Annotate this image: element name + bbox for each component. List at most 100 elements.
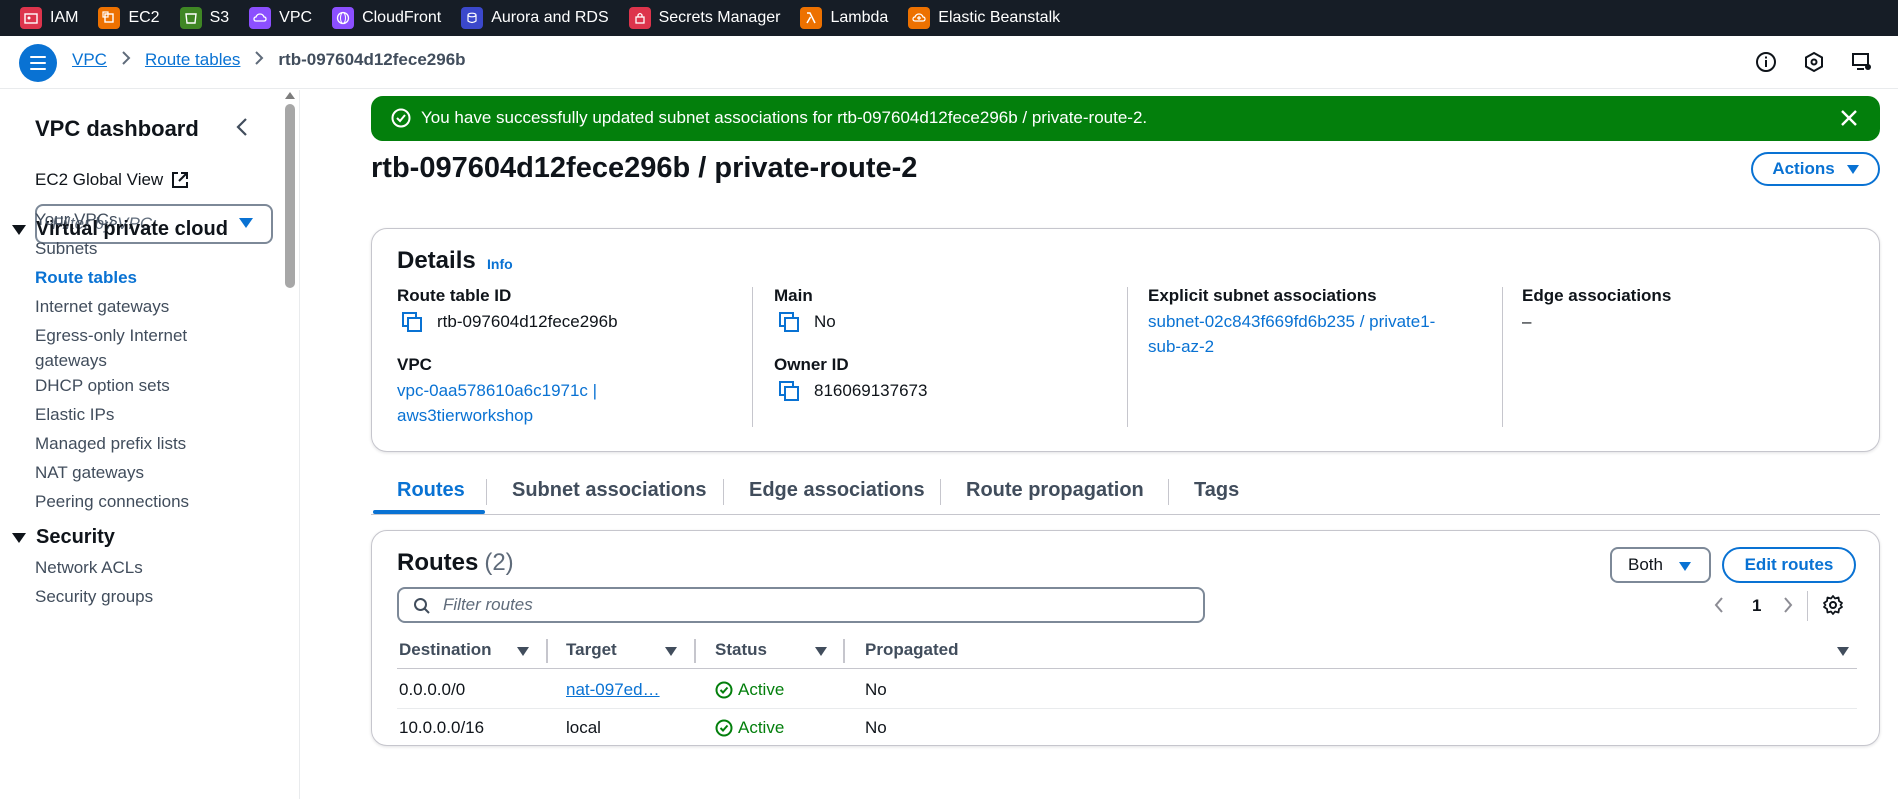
sort-caret-icon[interactable]: [815, 647, 827, 656]
route-status: Active: [715, 680, 784, 700]
iam-icon: [20, 7, 42, 29]
sidebar-item-route-tables[interactable]: Route tables: [35, 265, 235, 290]
service-ec2[interactable]: EC2: [98, 7, 160, 29]
explicit-subnet-label: Explicit subnet associations: [1148, 286, 1377, 305]
next-page-icon[interactable]: [1781, 594, 1801, 618]
hamburger-menu-button[interactable]: [19, 44, 57, 82]
service-label: EC2: [128, 9, 160, 26]
filter-routes-input[interactable]: Filter routes: [397, 587, 1205, 623]
copy-icon[interactable]: [401, 311, 423, 333]
owner-id-label: Owner ID: [774, 355, 849, 374]
caret-down-icon: [239, 218, 253, 228]
service-vpc[interactable]: VPC: [249, 7, 312, 29]
header-tools: [1754, 50, 1874, 74]
sidebar-item-ec2-global-view[interactable]: EC2 Global View: [35, 170, 189, 190]
routes-heading-text: Routes: [397, 549, 479, 576]
sort-caret-icon[interactable]: [1837, 647, 1849, 656]
route-table-id-text: rtb-097604d12fece296b: [437, 312, 618, 331]
page-number[interactable]: 1: [1752, 596, 1761, 616]
sidebar-item-network-acls[interactable]: Network ACLs: [35, 555, 235, 580]
info-icon[interactable]: [1754, 50, 1778, 74]
sidebar-item-elastic-ips[interactable]: Elastic IPs: [35, 402, 235, 427]
details-col-2: Main No Owner ID 816069137673: [774, 285, 927, 403]
sidebar-item-managed-prefix-lists[interactable]: Managed prefix lists: [35, 431, 235, 456]
sort-caret-icon[interactable]: [517, 647, 529, 656]
copy-icon[interactable]: [778, 311, 800, 333]
sidebar-section-security[interactable]: Security: [12, 526, 115, 549]
explicit-subnet-line2: sub-az-2: [1148, 337, 1215, 356]
page-header: VPC Route tables rtb-097604d12fece296b: [0, 36, 1898, 89]
column-target[interactable]: Target: [566, 640, 617, 660]
pager-divider: [1807, 591, 1809, 621]
tab-subnet-associations[interactable]: Subnet associations: [512, 479, 707, 502]
vpc-link-line1: vpc-0aa578610a6c1971c |: [397, 381, 598, 400]
sidebar-item-subnets[interactable]: Subnets: [35, 236, 235, 261]
sidebar-item-peering-connections[interactable]: Peering connections: [35, 489, 235, 514]
service-elastic-beanstalk[interactable]: Elastic Beanstalk: [908, 7, 1060, 29]
sidebar-item-security-groups[interactable]: Security groups: [35, 584, 235, 609]
actions-button[interactable]: Actions: [1751, 152, 1880, 186]
tab-tags[interactable]: Tags: [1194, 479, 1239, 502]
previous-page-icon[interactable]: [1712, 594, 1732, 618]
route-type-select[interactable]: Both: [1610, 547, 1711, 583]
route-target: local: [566, 718, 601, 737]
tab-divider: [940, 479, 941, 505]
breadcrumb-vpc[interactable]: VPC: [72, 50, 107, 70]
service-lambda[interactable]: Lambda: [800, 7, 888, 29]
tab-divider: [1168, 479, 1169, 505]
route-propagated: No: [865, 680, 887, 699]
sidebar-item-label: EC2 Global View: [35, 170, 164, 189]
column-resizer[interactable]: [546, 639, 548, 663]
vpc-link[interactable]: vpc-0aa578610a6c1971c | aws3tierworkshop: [397, 378, 618, 428]
service-cloudfront[interactable]: CloudFront: [332, 7, 441, 29]
info-link[interactable]: Info: [487, 256, 513, 272]
tab-route-propagation[interactable]: Route propagation: [966, 479, 1144, 502]
main-value: No: [774, 309, 927, 334]
vpc-label: VPC: [397, 355, 432, 374]
column-resizer[interactable]: [694, 639, 696, 663]
column-propagated[interactable]: Propagated: [865, 640, 959, 660]
sidebar-item-egress-only-internet-gateways[interactable]: Egress-only Internet gateways: [35, 323, 225, 373]
sidebar-scrollbar[interactable]: [285, 104, 295, 288]
caret-down-icon: [12, 224, 26, 235]
route-target-link[interactable]: nat-097ed…: [566, 680, 660, 700]
collapse-sidebar-icon[interactable]: [235, 116, 255, 140]
sidebar-item-your-vpcs[interactable]: Your VPCs: [35, 207, 235, 232]
route-status-text: Active: [738, 680, 785, 699]
service-rds[interactable]: Aurora and RDS: [461, 7, 609, 29]
details-heading: Details: [397, 247, 476, 274]
sort-caret-icon[interactable]: [665, 647, 677, 656]
gear-icon[interactable]: [1822, 594, 1846, 618]
service-iam[interactable]: IAM: [20, 7, 78, 29]
tab-routes[interactable]: Routes: [397, 479, 465, 502]
vpc-icon: [249, 7, 272, 29]
sidebar-item-dhcp-option-sets[interactable]: DHCP option sets: [35, 373, 235, 398]
column-resizer[interactable]: [843, 639, 845, 663]
close-icon[interactable]: [1838, 107, 1860, 129]
sidebar-item-nat-gateways[interactable]: NAT gateways: [35, 460, 235, 485]
owner-id-value: 816069137673: [774, 378, 927, 403]
page-title: rtb-097604d12fece296b / private-route-2: [371, 152, 918, 184]
scroll-up-arrow[interactable]: [285, 92, 295, 99]
owner-id-text: 816069137673: [814, 381, 928, 400]
feedback-icon[interactable]: [1850, 50, 1874, 74]
beanstalk-icon: [908, 7, 931, 29]
service-secrets-manager[interactable]: Secrets Manager: [628, 7, 780, 29]
route-propagated: No: [865, 718, 887, 737]
column-status[interactable]: Status: [715, 640, 767, 660]
check-circle-icon: [715, 719, 733, 737]
explicit-subnet-link[interactable]: subnet-02c843f669fd6b235 / private1- sub…: [1148, 309, 1435, 359]
service-label: CloudFront: [362, 9, 442, 26]
breadcrumb-route-tables[interactable]: Route tables: [145, 50, 240, 70]
security-shield-icon[interactable]: [1802, 50, 1826, 74]
sidebar-item-internet-gateways[interactable]: Internet gateways: [35, 294, 235, 319]
copy-icon[interactable]: [778, 380, 800, 402]
tab-divider: [486, 479, 487, 505]
tab-divider: [723, 479, 724, 505]
service-s3[interactable]: S3: [179, 7, 229, 29]
service-label: VPC: [279, 9, 313, 26]
tab-edge-associations[interactable]: Edge associations: [749, 479, 925, 502]
routes-panel: Routes (2) Both Edit routes Filter routes…: [371, 530, 1880, 746]
edit-routes-button[interactable]: Edit routes: [1722, 547, 1856, 583]
column-destination[interactable]: Destination: [399, 640, 492, 660]
